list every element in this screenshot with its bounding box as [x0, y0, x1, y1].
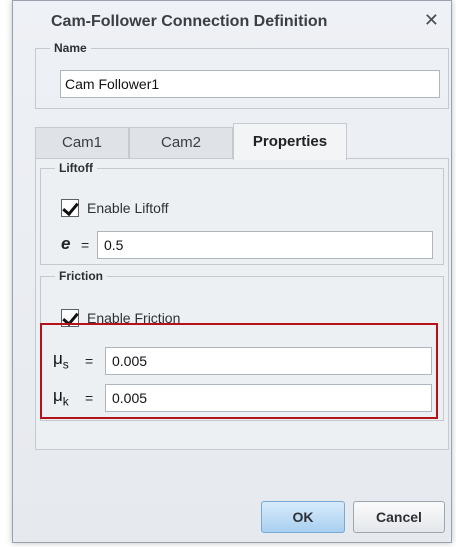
tab-properties[interactable]: Properties [233, 123, 347, 160]
name-legend: Name [54, 41, 87, 55]
liftoff-legend: Liftoff [59, 161, 93, 175]
restitution-symbol: e [61, 234, 71, 253]
tab-cam2[interactable]: Cam2 [129, 127, 233, 159]
restitution-equals: = [81, 237, 90, 253]
friction-legend: Friction [59, 269, 103, 283]
title-bar: Cam-Follower Connection Definition ✕ [13, 1, 451, 41]
cam-follower-dialog: Cam-Follower Connection Definition ✕ Nam… [12, 0, 452, 543]
name-input[interactable] [60, 70, 440, 98]
enable-liftoff-label: Enable Liftoff [87, 200, 169, 216]
dialog-title: Cam-Follower Connection Definition [51, 13, 328, 30]
close-icon[interactable]: ✕ [424, 10, 439, 31]
cancel-button[interactable]: Cancel [353, 501, 445, 533]
tab-strip: Cam1 Cam2 Properties [35, 123, 449, 160]
friction-highlight-box [40, 323, 438, 419]
ok-button[interactable]: OK [261, 501, 345, 533]
liftoff-group: Liftoff Enable Liftoff e = [40, 161, 444, 265]
restitution-input[interactable] [97, 231, 433, 259]
enable-liftoff-checkbox[interactable] [61, 199, 79, 217]
tab-cam1[interactable]: Cam1 [35, 127, 129, 159]
name-group: Name [35, 41, 449, 109]
